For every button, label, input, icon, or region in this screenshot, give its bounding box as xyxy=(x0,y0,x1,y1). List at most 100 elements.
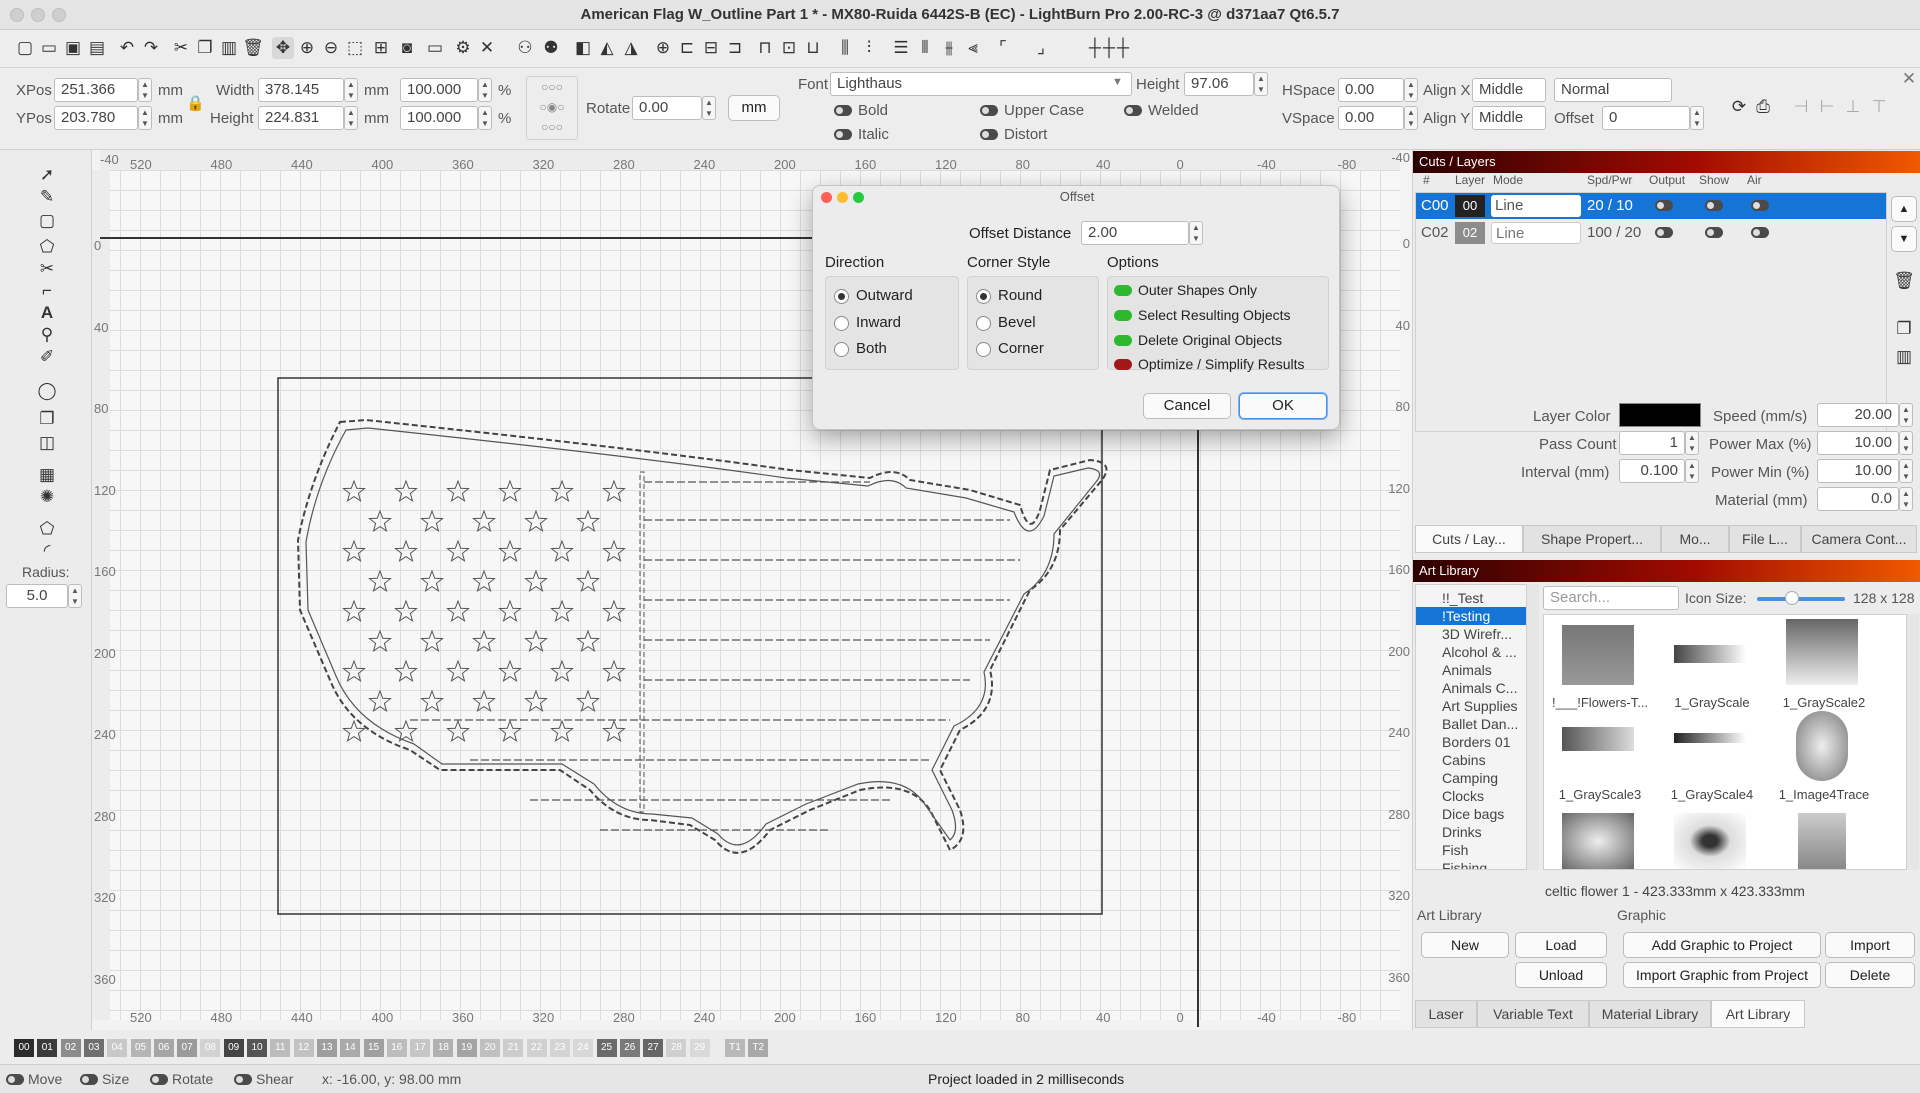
tab-laser[interactable]: Laser xyxy=(1415,1000,1477,1028)
category-list[interactable]: !!_Test !Testing 3D Wirefr... Alcohol & ...… xyxy=(1415,584,1527,870)
speed-stepper[interactable]: ▲ ▼ xyxy=(1899,403,1913,427)
tab-move[interactable]: Mo... xyxy=(1661,525,1729,553)
zoom-out-icon[interactable]: ⊖ xyxy=(320,37,342,59)
icon-size-slider[interactable] xyxy=(1757,597,1845,601)
palette-swatch-03[interactable]: 03 xyxy=(83,1039,104,1057)
power-max-stepper[interactable]: ▲ ▼ xyxy=(1899,431,1913,455)
category-item[interactable]: Drinks xyxy=(1416,823,1526,841)
mirror-icon[interactable]: ◮ xyxy=(620,37,642,59)
dock-icon[interactable]: ⫴ xyxy=(914,37,936,59)
output-toggle[interactable] xyxy=(1655,227,1673,238)
palette-swatch-06[interactable]: 06 xyxy=(153,1039,174,1057)
pan-icon[interactable]: ✥ xyxy=(272,37,294,59)
rotate-stepper[interactable]: ▲ ▼ xyxy=(702,96,716,120)
distribute-tool-icon[interactable]: ⊢ xyxy=(1816,96,1838,118)
circular-array-icon[interactable]: ✺ xyxy=(36,486,58,508)
layer-move-up-button[interactable]: ▲ xyxy=(1891,196,1917,222)
save-as-icon[interactable]: ▤ xyxy=(86,37,108,59)
ungroup-icon[interactable]: ⚉ xyxy=(540,37,562,59)
align-left-icon[interactable]: ⊏ xyxy=(676,37,698,59)
stack-tool-icon[interactable]: ⊥ xyxy=(1842,96,1864,118)
output-toggle[interactable] xyxy=(1655,200,1673,211)
palette-swatch-26[interactable]: 26 xyxy=(619,1039,640,1057)
both-radio[interactable] xyxy=(834,342,849,357)
ypos-stepper[interactable]: ▲ ▼ xyxy=(138,106,152,130)
material-stepper[interactable]: ▲ ▼ xyxy=(1899,487,1913,511)
inward-radio[interactable] xyxy=(834,316,849,331)
settings-icon[interactable]: ⚙ xyxy=(452,37,474,59)
welded-toggle[interactable] xyxy=(1124,105,1142,116)
scale-height-input[interactable]: 100.000 xyxy=(400,106,478,130)
thumbnail-portrait[interactable] xyxy=(1798,813,1846,869)
speed-input[interactable]: 20.00 xyxy=(1817,403,1899,427)
tab-cuts-layers[interactable]: Cuts / Lay... xyxy=(1415,525,1523,553)
show-toggle[interactable] xyxy=(1705,200,1723,211)
palette-swatch-07[interactable]: 07 xyxy=(177,1039,198,1057)
select-tool-icon[interactable]: ➚ xyxy=(36,164,58,186)
shear-toggle[interactable] xyxy=(234,1074,252,1085)
distribute-v-icon[interactable]: ⫶ xyxy=(858,37,880,59)
palette-swatch-04[interactable]: 04 xyxy=(107,1039,128,1057)
category-item[interactable]: Clocks xyxy=(1416,787,1526,805)
xpos-stepper[interactable]: ▲ ▼ xyxy=(138,78,152,102)
load-library-button[interactable]: Load xyxy=(1515,932,1607,958)
delete-graphic-button[interactable]: Delete xyxy=(1825,962,1915,988)
palette-swatch-15[interactable]: 15 xyxy=(363,1039,384,1057)
outward-radio[interactable] xyxy=(834,289,849,304)
category-scrollbar[interactable] xyxy=(1527,584,1539,870)
thumbnail-flowers[interactable] xyxy=(1562,625,1634,685)
ypos-input[interactable]: 203.780 xyxy=(54,106,138,130)
zoom-in-icon[interactable]: ⊕ xyxy=(296,37,318,59)
palette-swatch-10[interactable]: 10 xyxy=(247,1039,267,1057)
rotate-toggle[interactable] xyxy=(150,1074,168,1085)
material-input[interactable]: 0.0 xyxy=(1817,487,1899,511)
copy-icon[interactable]: ❐ xyxy=(194,37,216,59)
hspace-input[interactable]: 0.00 xyxy=(1338,78,1404,102)
position-laser-icon[interactable]: ⚲ xyxy=(36,324,58,346)
category-item[interactable]: 3D Wirefr... xyxy=(1416,625,1526,643)
power-max-input[interactable]: 10.00 xyxy=(1817,431,1899,455)
offset-distance-input[interactable]: 2.00 xyxy=(1081,221,1189,245)
camera-icon[interactable]: ◙ xyxy=(396,37,418,59)
palette-swatch-29[interactable]: 29 xyxy=(689,1039,710,1057)
undo-icon[interactable]: ↶ xyxy=(116,37,138,59)
select-resulting-toggle[interactable] xyxy=(1114,310,1132,321)
category-item[interactable]: Alcohol & ... xyxy=(1416,643,1526,661)
unload-library-button[interactable]: Unload xyxy=(1515,962,1607,988)
hspace-stepper[interactable]: ▲ ▼ xyxy=(1404,78,1418,102)
outer-shapes-only-toggle[interactable] xyxy=(1114,285,1132,296)
radius-input[interactable]: 5.0 xyxy=(6,584,68,608)
offset-input[interactable]: 0 xyxy=(1602,106,1690,130)
font-height-input[interactable]: 97.06 xyxy=(1184,72,1254,96)
offset-stepper[interactable]: ▲ ▼ xyxy=(1690,106,1704,130)
layer-color-swatch[interactable] xyxy=(1619,403,1701,427)
thumbnail-grayscale2[interactable] xyxy=(1786,619,1858,685)
layer-move-down-button[interactable]: ▼ xyxy=(1891,226,1917,252)
delete-original-toggle[interactable] xyxy=(1114,335,1132,346)
corner-top-icon[interactable]: ⌜ xyxy=(992,37,1014,59)
offset-distance-stepper[interactable]: ▲ ▼ xyxy=(1189,221,1203,245)
scale-height-stepper[interactable]: ▲ ▼ xyxy=(478,106,492,130)
palette-swatch-01[interactable]: 01 xyxy=(37,1039,58,1057)
group-icon[interactable]: ⚇ xyxy=(514,37,536,59)
power-min-input[interactable]: 10.00 xyxy=(1817,459,1899,483)
copy-along-path-icon[interactable]: ❐ xyxy=(36,408,58,430)
printer-icon[interactable]: ⎙ xyxy=(1752,96,1774,118)
tab-file-list[interactable]: File L... xyxy=(1729,525,1801,553)
move-together-icon[interactable]: ☰ xyxy=(890,37,912,59)
frame-tool-icon[interactable]: ⌐ xyxy=(36,280,58,302)
layer-row-c02[interactable]: C02 02 Line 100 / 20 xyxy=(1415,220,1887,246)
alignx-select[interactable]: Middle xyxy=(1472,78,1546,102)
circle-tool-icon[interactable]: ◯ xyxy=(36,380,58,402)
thumbnail-dog[interactable] xyxy=(1562,813,1634,869)
corner-radio[interactable] xyxy=(976,342,991,357)
flip-horizontal-icon[interactable]: ◧ xyxy=(572,37,594,59)
delete-icon[interactable]: 🗑 xyxy=(242,37,264,59)
upper-case-toggle[interactable] xyxy=(980,105,998,116)
tab-variable-text[interactable]: Variable Text xyxy=(1477,1000,1589,1028)
pass-count-stepper[interactable]: ▲ ▼ xyxy=(1685,431,1699,455)
thumbnail-scrollbar[interactable] xyxy=(1907,614,1919,870)
vspace-stepper[interactable]: ▲ ▼ xyxy=(1404,106,1418,130)
trim-tool-icon[interactable]: ✂ xyxy=(36,258,58,280)
tab-tool-icon[interactable]: ⬠ xyxy=(36,518,58,540)
